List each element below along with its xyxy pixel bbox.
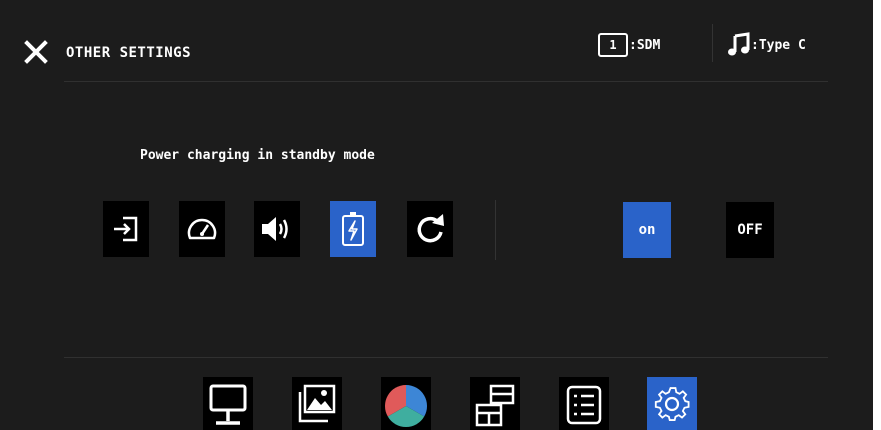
setting-label: Power charging in standby mode — [140, 148, 375, 163]
color-wheel-icon — [384, 385, 428, 428]
option-input-source[interactable] — [103, 201, 149, 257]
nav-color[interactable] — [381, 377, 431, 430]
input-source-icon — [114, 216, 138, 242]
close-button[interactable] — [22, 38, 50, 66]
option-power-charging[interactable] — [330, 201, 376, 257]
nav-display[interactable] — [203, 377, 253, 430]
monitor-icon — [209, 384, 247, 425]
nav-picture[interactable] — [292, 377, 342, 430]
toggle-on-button[interactable]: on — [623, 202, 671, 258]
input-source-label: :SDM — [629, 37, 661, 53]
audio-source-label: :Type C — [751, 37, 806, 53]
nav-other-settings[interactable] — [647, 377, 697, 430]
picture-icon — [298, 384, 336, 423]
speedometer-icon — [187, 218, 217, 240]
reset-icon — [417, 214, 444, 243]
close-icon — [24, 40, 48, 64]
settings-panel: OTHER SETTINGS 1 :SDM :Type C Power char… — [0, 0, 873, 430]
footer-divider — [64, 357, 828, 358]
status-divider — [712, 24, 713, 62]
speaker-volume-icon — [262, 217, 288, 241]
multi-window-icon — [475, 384, 515, 427]
option-volume[interactable] — [254, 201, 300, 257]
music-note-icon — [728, 32, 750, 56]
battery-charging-icon — [342, 212, 364, 246]
nav-multi-window[interactable] — [470, 377, 520, 430]
input-number-icon: 1 — [598, 33, 628, 57]
option-reset[interactable] — [407, 201, 453, 257]
page-title: OTHER SETTINGS — [66, 45, 192, 61]
menu-list-icon — [566, 385, 602, 425]
input-source-status: 1 :SDM — [598, 30, 660, 60]
option-speedometer[interactable] — [179, 201, 225, 257]
options-divider — [495, 200, 496, 260]
nav-menu-list[interactable] — [559, 377, 609, 430]
header-divider — [64, 81, 828, 82]
audio-source-status: :Type C — [727, 30, 806, 60]
toggle-off-button[interactable]: OFF — [726, 202, 774, 258]
gear-icon — [654, 387, 690, 421]
